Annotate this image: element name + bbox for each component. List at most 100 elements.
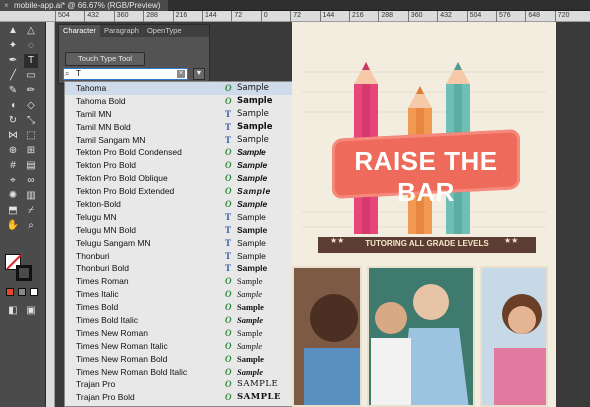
ruler-tick-label: 432 [437, 11, 452, 22]
font-sample-preview: Sample [237, 199, 268, 210]
opentype-font-icon: O [225, 379, 232, 390]
ruler-tick-label: 216 [349, 11, 364, 22]
stroke-color-swatch[interactable] [16, 265, 32, 281]
scale-tool-icon[interactable]: ⤡ [24, 114, 38, 128]
rotate-tool-icon[interactable]: ↻ [6, 114, 20, 128]
opentype-font-icon: O [225, 199, 232, 210]
font-sample-preview: Sample [237, 211, 266, 222]
font-sample-preview: Sample [237, 276, 263, 287]
font-sample-preview: Sample [237, 237, 266, 248]
font-name: Telugu MN Bold [76, 224, 137, 235]
opentype-font-icon: O [225, 366, 232, 377]
perspective-grid-tool-icon[interactable]: ⊞ [24, 144, 38, 158]
tab-paragraph[interactable]: Paragraph [100, 25, 143, 37]
gradient-tool-icon[interactable]: ▤ [24, 159, 38, 173]
free-transform-tool-icon[interactable]: ⬚ [24, 129, 38, 143]
font-sample-preview: Sample [237, 147, 266, 158]
font-name: Tamil MN Bold [76, 121, 131, 132]
hand-tool-icon[interactable]: ✋ [6, 219, 20, 233]
line-tool-icon[interactable]: ╱ [6, 69, 20, 83]
font-sample-preview: SAMPLE [237, 392, 281, 403]
eyedropper-tool-icon[interactable]: ⌖ [6, 174, 20, 188]
draw-normal-icon[interactable]: ◧ [6, 304, 20, 318]
font-name: Trajan Pro Bold [76, 392, 135, 403]
document-tab[interactable]: × mobile-app.ai* @ 66.67% (RGB/Preview) [0, 0, 169, 11]
ruler-tick-label: 216 [172, 11, 187, 22]
ruler-tick-label: 504 [466, 11, 481, 22]
font-name: Tekton Pro Bold Condensed [76, 147, 182, 158]
horizontal-ruler[interactable]: 504 432 360 288 216 144 72 0 72 144 216 288 360 432 50… [0, 11, 590, 22]
headline-text: RAISE THE BAR [354, 146, 498, 207]
color-mode-button[interactable] [6, 288, 14, 296]
ruler-tick-label: 720 [554, 11, 569, 22]
font-family-search-input[interactable]: ⌕ T × [63, 68, 188, 80]
symbol-sprayer-tool-icon[interactable]: ✺ [6, 189, 20, 203]
blend-tool-icon[interactable]: ∞ [24, 174, 38, 188]
magic-wand-tool-icon[interactable]: ✦ [6, 39, 20, 53]
font-sample-preview: Sample [237, 263, 268, 274]
opentype-font-icon: O [225, 147, 232, 158]
eraser-tool-icon[interactable]: ◇ [24, 99, 38, 113]
tagline-text: TUTORING ALL GRADE LEVELS [365, 239, 489, 248]
opentype-font-icon: O [225, 160, 232, 171]
font-sample-preview: Sample [237, 302, 264, 313]
font-name: Times New Roman Italic [76, 340, 168, 351]
font-sample-preview: Sample [237, 289, 263, 300]
ruler-tick-label: 72 [231, 11, 242, 22]
tab-character[interactable]: Character [59, 25, 100, 37]
vertical-ruler[interactable] [46, 22, 55, 407]
slice-tool-icon[interactable]: ⌿ [24, 204, 38, 218]
search-icon: ⌕ [65, 69, 70, 78]
opentype-font-icon: O [225, 315, 232, 326]
font-sample-preview: Sample [237, 173, 268, 184]
opentype-font-icon: O [225, 340, 232, 351]
direct-selection-tool-icon[interactable]: △ [24, 24, 38, 38]
selection-tool-icon[interactable]: ▲ [6, 24, 20, 38]
ruler-tick-label: 360 [407, 11, 422, 22]
font-name: Times New Roman [76, 327, 148, 338]
column-graph-tool-icon[interactable]: ▥ [24, 189, 38, 203]
font-sample-preview: Sample [237, 250, 266, 261]
mesh-tool-icon[interactable]: # [6, 159, 20, 173]
opentype-font-icon: O [225, 392, 232, 403]
rectangle-tool-icon[interactable]: ▭ [24, 69, 38, 83]
gradient-mode-button[interactable] [18, 288, 26, 296]
photo-teacher [367, 266, 475, 407]
font-name: Times Italic [76, 289, 119, 300]
opentype-font-icon: O [225, 83, 232, 93]
ruler-tick-label: 0 [260, 11, 268, 22]
font-name: Tahoma [76, 83, 107, 93]
truetype-font-icon: T [225, 121, 232, 132]
font-sample-preview: Sample [237, 353, 264, 364]
font-name: Tekton Pro Bold Extended [76, 186, 175, 197]
document-tab-title: mobile-app.ai* @ 66.67% (RGB/Preview) [14, 1, 161, 10]
truetype-font-icon: T [225, 134, 232, 145]
ruler-tick-label: 144 [319, 11, 334, 22]
opentype-font-icon: O [225, 289, 232, 300]
artboard[interactable]: RAISE THE BAR ★★ ★★ TUTORING ALL GRADE L… [292, 22, 556, 407]
tab-opentype[interactable]: OpenType [143, 25, 186, 37]
truetype-font-icon: T [225, 224, 232, 235]
screen-mode-icon[interactable]: ▣ [24, 304, 38, 318]
none-mode-button[interactable] [30, 288, 38, 296]
lasso-tool-icon[interactable]: ◌ [24, 39, 38, 53]
width-tool-icon[interactable]: ⋈ [6, 129, 20, 143]
font-sample-preview: Sample [237, 327, 263, 338]
font-name: Trajan Pro [76, 379, 116, 390]
character-panel-tabs: Character Paragraph OpenType [59, 25, 209, 37]
close-icon[interactable]: × [4, 0, 9, 11]
artboard-tool-icon[interactable]: ⬒ [6, 204, 20, 218]
blob-brush-tool-icon[interactable]: ◖ [6, 99, 20, 113]
type-tool-icon[interactable]: T [24, 54, 38, 68]
truetype-font-icon: T [225, 250, 232, 261]
font-name: Times New Roman Bold Italic [76, 366, 188, 377]
zoom-tool-icon[interactable]: ⌕ [24, 219, 38, 233]
touch-type-tool-button[interactable]: Touch Type Tool [65, 52, 145, 66]
pen-tool-icon[interactable]: ✒ [6, 54, 20, 68]
pencil-tool-icon[interactable]: ✏ [24, 84, 38, 98]
font-dropdown-chevron-icon[interactable]: ▼ [193, 68, 205, 80]
shape-builder-tool-icon[interactable]: ⊕ [6, 144, 20, 158]
font-sample-preview: Sample [237, 315, 263, 326]
paintbrush-tool-icon[interactable]: ✎ [6, 84, 20, 98]
clear-icon[interactable]: × [177, 70, 185, 78]
